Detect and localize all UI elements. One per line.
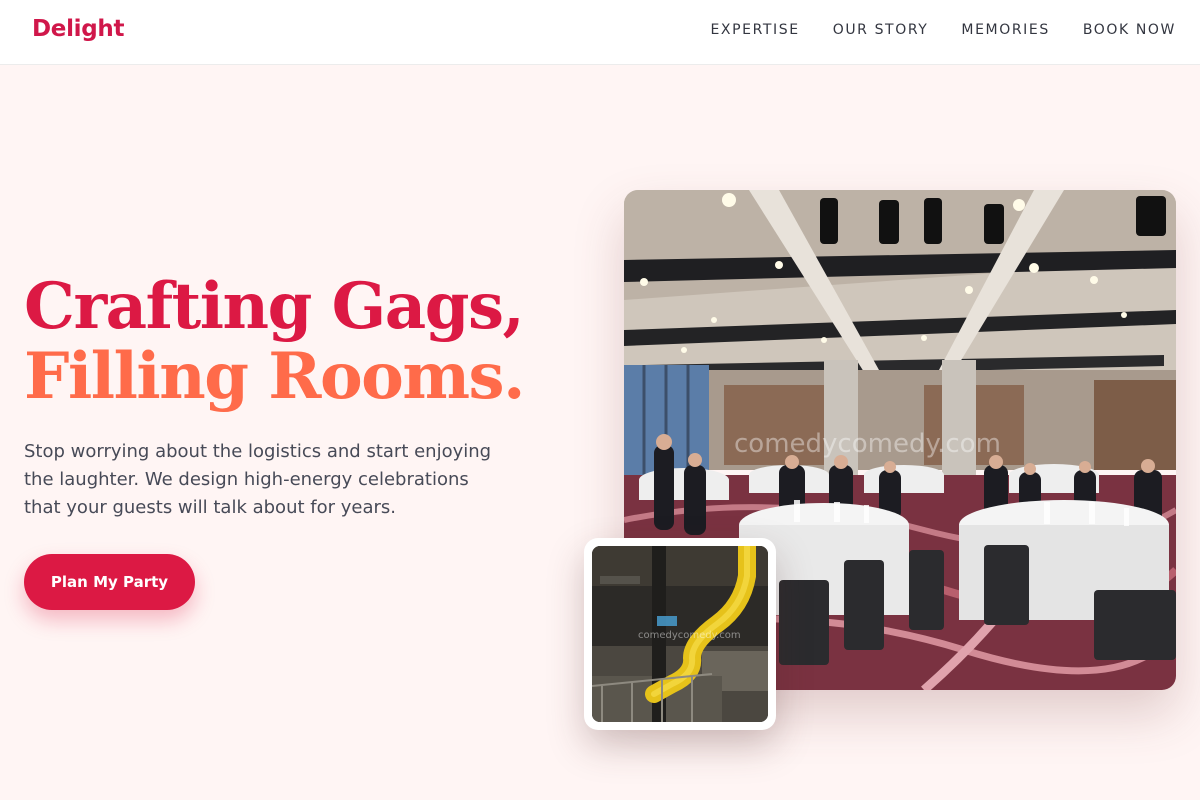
hero-headline: Crafting Gags, Filling Rooms. xyxy=(24,269,525,414)
nav-link-our-story[interactable]: OUR STORY xyxy=(833,22,929,38)
nav-links: EXPERTISE OUR STORY MEMORIES BOOK NOW xyxy=(710,22,1176,38)
inset-photo-watermark: comedycomedy.com xyxy=(638,630,741,641)
nav-link-book-now[interactable]: BOOK NOW xyxy=(1083,22,1176,38)
top-nav: Delight EXPERTISE OUR STORY MEMORIES BOO… xyxy=(0,0,1200,65)
inset-photo-frame: comedycomedy.com xyxy=(584,538,776,730)
plan-my-party-button[interactable]: Plan My Party xyxy=(24,554,195,610)
nav-link-expertise[interactable]: EXPERTISE xyxy=(710,22,799,38)
yellow-slide-photo: comedycomedy.com xyxy=(592,546,768,722)
hero-subtext: Stop worrying about the logistics and st… xyxy=(24,441,492,518)
main-photo-watermark: comedycomedy.com xyxy=(734,429,1001,459)
nav-link-memories[interactable]: MEMORIES xyxy=(961,22,1049,38)
headline-line-2: Filling Rooms. xyxy=(24,339,525,414)
brand-logo[interactable]: Delight xyxy=(32,16,125,42)
headline-line-1: Crafting Gags, xyxy=(24,269,525,344)
